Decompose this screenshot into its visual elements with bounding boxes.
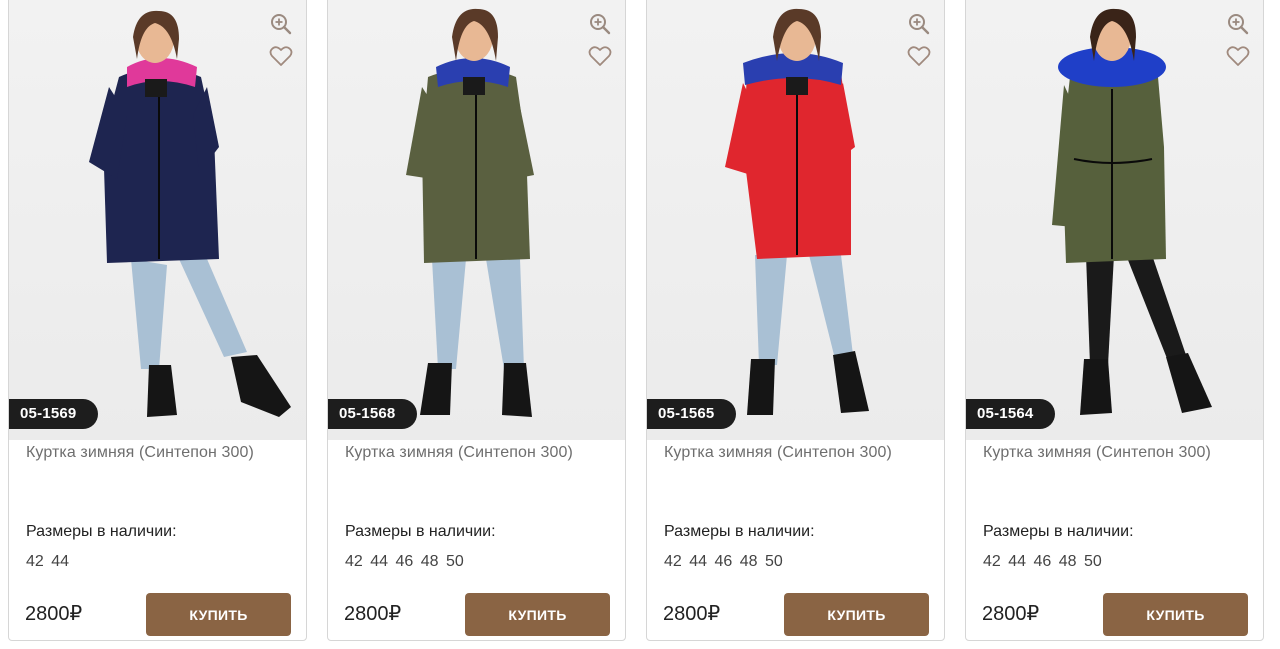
sku-badge: 05-1568 [328,399,418,429]
product-card[interactable]: 05-1569 Куртка зимняя (Синтепон 300) Раз… [8,0,307,641]
sizes-label: Размеры в наличии: [664,523,815,540]
sku-badge: 05-1565 [647,399,737,429]
sizes-label: Размеры в наличии: [26,523,177,540]
heart-icon[interactable] [269,45,293,67]
product-card[interactable]: 05-1564 Куртка зимняя (Синтепон 300) Раз… [965,0,1264,641]
price: 2800₽ [25,603,83,625]
model-image [89,10,291,417]
model-image [1052,8,1212,415]
product-photo[interactable]: 05-1565 [647,0,944,440]
sizes-value: 42 44 46 48 50 [345,553,464,570]
product-photo[interactable]: 05-1569 [9,0,306,440]
product-card[interactable]: 05-1565 Куртка зимняя (Синтепон 300) Раз… [646,0,945,641]
product-title[interactable]: Куртка зимняя (Синтепон 300) [26,444,254,462]
product-photo[interactable]: 05-1568 [328,0,625,440]
sku-badge: 05-1564 [966,399,1056,429]
sizes-label: Размеры в наличии: [983,523,1134,540]
product-grid: 05-1569 Куртка зимняя (Синтепон 300) Раз… [0,0,1280,649]
zoom-in-icon[interactable] [589,13,611,35]
heart-icon[interactable] [1226,45,1250,67]
model-image [725,8,869,415]
product-title[interactable]: Куртка зимняя (Синтепон 300) [664,444,892,462]
buy-button[interactable]: КУПИТЬ [784,593,929,636]
buy-button[interactable]: КУПИТЬ [146,593,291,636]
zoom-in-icon[interactable] [908,13,930,35]
heart-icon[interactable] [588,45,612,67]
pants-right [179,259,247,357]
product-title[interactable]: Куртка зимняя (Синтепон 300) [345,444,573,462]
sku-badge: 05-1569 [9,399,99,429]
price: 2800₽ [344,603,402,625]
sizes-value: 42 44 46 48 50 [983,553,1102,570]
heart-icon[interactable] [907,45,931,67]
buy-button[interactable]: КУПИТЬ [1103,593,1248,636]
price: 2800₽ [982,603,1040,625]
buy-button[interactable]: КУПИТЬ [465,593,610,636]
zoom-in-icon[interactable] [270,13,292,35]
product-photo[interactable]: 05-1564 [966,0,1263,440]
sizes-value: 42 44 46 48 50 [664,553,783,570]
sizes-label: Размеры в наличии: [345,523,496,540]
sizes-value: 42 44 [26,553,70,570]
price: 2800₽ [663,603,721,625]
pants-left [131,259,167,369]
product-card[interactable]: 05-1568 Куртка зимняя (Синтепон 300) Раз… [327,0,626,641]
zoom-in-icon[interactable] [1227,13,1249,35]
product-title[interactable]: Куртка зимняя (Синтепон 300) [983,444,1211,462]
model-image [406,8,534,417]
